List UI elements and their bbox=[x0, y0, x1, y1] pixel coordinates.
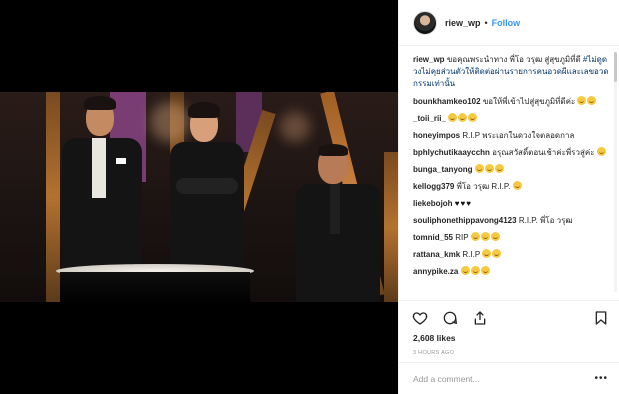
comment-username[interactable]: honeyimpos bbox=[413, 131, 460, 140]
emoji-icon bbox=[512, 181, 522, 190]
emoji-icon bbox=[458, 113, 468, 122]
table-base bbox=[60, 272, 250, 302]
post-header: riew_wp • Follow bbox=[399, 0, 619, 46]
comment-item: bunga_tanyong bbox=[413, 164, 610, 175]
comment-text: อรุณสวัสดิ์ตอนเช้าค่ะพี่รวสู่ค่ะ bbox=[492, 148, 595, 157]
emoji-icon bbox=[470, 232, 480, 241]
comment-item: rattana_kmk R.I.P bbox=[413, 249, 610, 260]
caption-username[interactable]: riew_wp bbox=[413, 55, 445, 64]
hearts-emoji: ♥♥♥ bbox=[454, 199, 473, 208]
post-caption: riew_wp ขอคุณพระนำทาง พี่โอ วรุฒ สู่สุขภ… bbox=[413, 54, 610, 90]
comment-text: R.I.P พระเอกในดวงใจตลอดกาล bbox=[462, 131, 575, 140]
comment-username[interactable]: souliphonethippavong4123 bbox=[413, 216, 517, 225]
comment-text: RIP bbox=[455, 233, 469, 242]
comment-username[interactable]: liekebojoh bbox=[413, 199, 453, 208]
emoji-icon bbox=[577, 96, 587, 105]
comment-username[interactable]: kellogg379 bbox=[413, 182, 454, 191]
more-options-icon[interactable]: ••• bbox=[594, 373, 608, 384]
comment-username[interactable]: _toii_rii_ bbox=[413, 114, 446, 123]
stage-light bbox=[280, 112, 310, 142]
comment-username[interactable]: bunga_tanyong bbox=[413, 165, 473, 174]
comment-item: tomnid_55 RIP bbox=[413, 232, 610, 243]
comment-item: kellogg379 พี่โอ วรุฒ R.I.P. bbox=[413, 181, 610, 192]
scrollbar-thumb[interactable] bbox=[614, 52, 617, 82]
emoji-icon bbox=[596, 147, 606, 156]
comment-username[interactable]: annypike.za bbox=[413, 267, 458, 276]
emoji-icon bbox=[460, 266, 470, 275]
emoji-icon bbox=[468, 113, 478, 122]
header-username[interactable]: riew_wp bbox=[445, 18, 481, 28]
post-sidebar: riew_wp • Follow riew_wp ขอคุณพระนำทาง พ… bbox=[398, 0, 619, 394]
comment-item: bounkhamkeo102 ขอให้พี่เข้าไปสู่สุขภูมิท… bbox=[413, 96, 610, 107]
comment-input[interactable] bbox=[413, 373, 595, 384]
likes-count[interactable]: 2,608 likes bbox=[413, 333, 456, 343]
comment-text: พี่โอ วรุฒ R.I.P. bbox=[456, 182, 511, 191]
emoji-icon bbox=[448, 113, 458, 122]
stage-beam bbox=[384, 152, 398, 302]
avatar[interactable] bbox=[413, 10, 437, 35]
action-bar bbox=[399, 300, 619, 334]
follow-button[interactable]: Follow bbox=[492, 18, 521, 28]
comment-username[interactable]: tomnid_55 bbox=[413, 233, 453, 242]
bookmark-icon[interactable] bbox=[592, 309, 610, 327]
comment-item: honeyimpos R.I.P พระเอกในดวงใจตลอดกาล bbox=[413, 130, 610, 141]
emoji-icon bbox=[480, 232, 490, 241]
emoji-icon bbox=[474, 164, 484, 173]
separator-dot: • bbox=[484, 17, 488, 28]
comment-text: ขอให้พี่เข้าไปสู่สุขภูมิที่ดีค่ะ bbox=[482, 97, 576, 106]
share-icon[interactable] bbox=[471, 309, 489, 327]
comment-item: bphlychutikaaycchn อรุณสวัสดิ์ตอนเช้าค่ะ… bbox=[413, 147, 610, 158]
comment-item: souliphonethippavong4123 R.I.P. พี่โอ วร… bbox=[413, 215, 610, 226]
comment-text: R.I.P. พี่โอ วรุฒ bbox=[518, 216, 573, 225]
emoji-icon bbox=[490, 232, 500, 241]
post-timestamp[interactable]: 3 HOURS AGO bbox=[413, 350, 454, 356]
comments-list[interactable]: riew_wp ขอคุณพระนำทาง พี่โอ วรุฒ สู่สุขภ… bbox=[399, 46, 619, 298]
comment-username[interactable]: rattana_kmk bbox=[413, 250, 460, 259]
comment-text: R.I.P bbox=[462, 250, 481, 259]
comment-username[interactable]: bphlychutikaaycchn bbox=[413, 148, 490, 157]
emoji-icon bbox=[484, 164, 494, 173]
post-media bbox=[0, 0, 398, 394]
stage-light bbox=[150, 102, 190, 142]
caption-text: ขอคุณพระนำทาง พี่โอ วรุฒ สู่สุขภูมิที่ดี bbox=[446, 55, 581, 64]
emoji-icon bbox=[482, 249, 492, 258]
comment-container: bounkhamkeo102 ขอให้พี่เข้าไปสู่สุขภูมิท… bbox=[413, 96, 610, 277]
emoji-icon bbox=[470, 266, 480, 275]
comment-username[interactable]: bounkhamkeo102 bbox=[413, 97, 481, 106]
comment-item: _toii_rii_ bbox=[413, 113, 610, 124]
emoji-icon bbox=[494, 164, 504, 173]
scrollbar-track[interactable] bbox=[614, 52, 617, 292]
heart-icon[interactable] bbox=[411, 309, 429, 327]
add-comment-bar: ••• bbox=[399, 362, 619, 394]
comment-item: liekebojoh ♥♥♥ bbox=[413, 198, 610, 209]
emoji-icon bbox=[587, 96, 597, 105]
post-photo bbox=[0, 92, 398, 302]
comment-item: annypike.za bbox=[413, 266, 610, 277]
emoji-icon bbox=[480, 266, 490, 275]
instagram-post: riew_wp • Follow riew_wp ขอคุณพระนำทาง พ… bbox=[0, 0, 619, 394]
comment-icon[interactable] bbox=[441, 309, 459, 327]
emoji-icon bbox=[492, 249, 502, 258]
